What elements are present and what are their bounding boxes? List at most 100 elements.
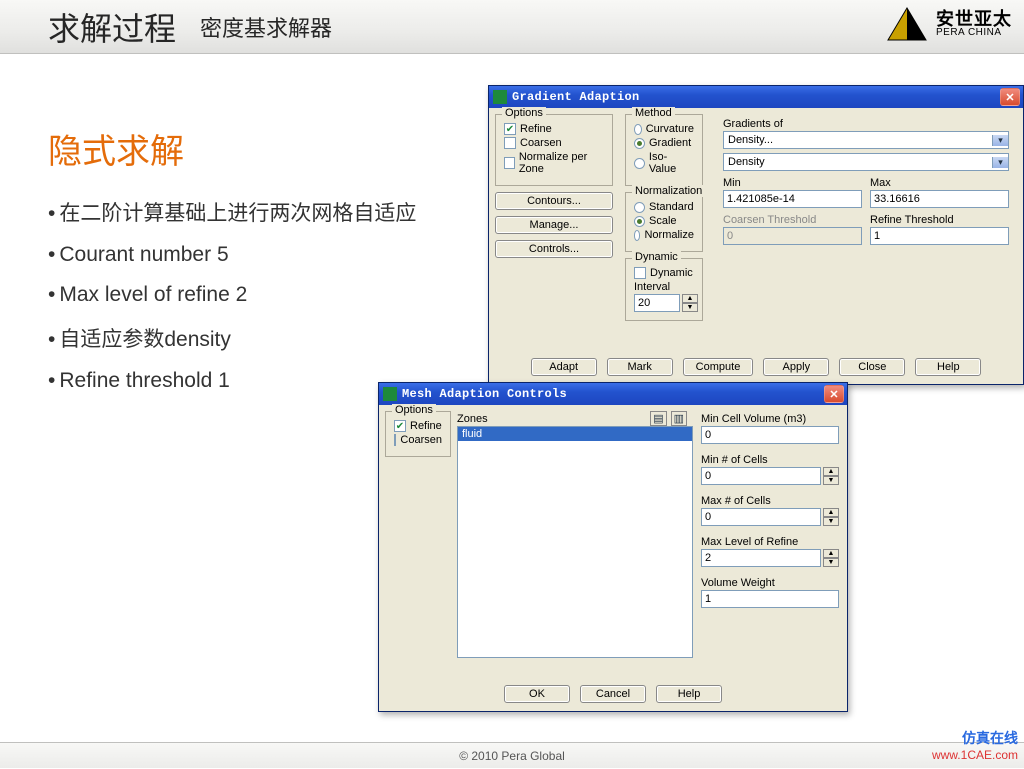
brand-name-en: PERA CHINA <box>936 28 1012 38</box>
coarsen-checkbox[interactable]: Coarsen <box>504 137 604 149</box>
gradients-of-combo-2[interactable]: Density▾ <box>723 153 1009 171</box>
refine-checkbox[interactable]: ✔Refine <box>504 123 604 135</box>
brand-logo: 安世亚太 PERA CHINA <box>886 6 1012 42</box>
max-label: Max <box>870 177 1009 189</box>
volume-weight-input[interactable] <box>701 590 839 608</box>
normalize-per-zone-checkbox[interactable]: Normalize per Zone <box>504 151 604 175</box>
min-input[interactable] <box>723 190 862 208</box>
zones-label: Zones <box>457 413 488 425</box>
normalization-group: Normalization Standard Scale Normalize <box>625 192 703 252</box>
apply-button[interactable]: Apply <box>763 358 829 376</box>
watermark: 仿真在线 www.1CAE.com <box>932 728 1018 762</box>
dialog-mesh-adaption-controls: Mesh Adaption Controls ✕ Options ✔Refine… <box>378 382 848 712</box>
max-cells-label: Max # of Cells <box>701 495 839 507</box>
zones-listbox[interactable]: fluid <box>457 426 693 658</box>
list-item[interactable]: fluid <box>458 427 692 441</box>
iso-value-radio[interactable]: Iso-Value <box>634 151 694 175</box>
gradient-radio[interactable]: Gradient <box>634 137 694 149</box>
spinner-up-icon[interactable]: ▲ <box>823 467 839 476</box>
cancel-button[interactable]: Cancel <box>580 685 646 703</box>
checkbox-label: Normalize per Zone <box>519 151 604 175</box>
max-level-refine-input[interactable] <box>701 549 821 567</box>
dynamic-checkbox[interactable]: Dynamic <box>634 267 694 279</box>
help-button[interactable]: Help <box>915 358 981 376</box>
gradients-of-combo-1[interactable]: Density...▾ <box>723 131 1009 149</box>
compute-button[interactable]: Compute <box>683 358 754 376</box>
options-group: Options ✔Refine Coarsen <box>385 411 451 457</box>
spinner-down-icon[interactable]: ▼ <box>823 476 839 485</box>
checkbox-label: Coarsen <box>520 137 562 149</box>
manage-button[interactable]: Manage... <box>495 216 613 234</box>
watermark-line-2: www.1CAE.com <box>932 748 1018 762</box>
app-icon <box>383 387 397 401</box>
min-cells-label: Min # of Cells <box>701 454 839 466</box>
help-button[interactable]: Help <box>656 685 722 703</box>
min-cell-volume-input[interactable] <box>701 426 839 444</box>
spinner-up-icon[interactable]: ▲ <box>823 508 839 517</box>
radio-label: Curvature <box>646 123 694 135</box>
mark-button[interactable]: Mark <box>607 358 673 376</box>
checkbox-label: Refine <box>520 123 552 135</box>
max-level-refine-label: Max Level of Refine <box>701 536 839 548</box>
dynamic-group: Dynamic Dynamic Interval ▲▼ <box>625 258 703 321</box>
spinner-down-icon[interactable]: ▼ <box>823 558 839 567</box>
min-label: Min <box>723 177 862 189</box>
footer: © 2010 Pera Global <box>0 742 1024 768</box>
app-icon <box>493 90 507 104</box>
close-icon[interactable]: ✕ <box>824 385 844 403</box>
method-group: Method Curvature Gradient Iso-Value <box>625 114 703 186</box>
group-label: Options <box>502 107 546 119</box>
volume-weight-label: Volume Weight <box>701 577 839 589</box>
page-title: 求解过程 <box>48 4 176 50</box>
checkbox-label: Refine <box>410 420 442 432</box>
coarsen-threshold-label: Coarsen Threshold <box>723 214 862 226</box>
radio-label: Iso-Value <box>649 151 694 175</box>
max-input[interactable] <box>870 190 1009 208</box>
select-all-icon[interactable]: ▤ <box>650 411 666 426</box>
spinner-down-icon[interactable]: ▼ <box>823 517 839 526</box>
spinner-down-icon[interactable]: ▼ <box>682 303 698 312</box>
deselect-all-icon[interactable]: ▥ <box>671 411 687 426</box>
combo-value: Density <box>724 156 992 168</box>
normalize-radio[interactable]: Normalize <box>634 229 694 241</box>
controls-button[interactable]: Controls... <box>495 240 613 258</box>
scale-radio[interactable]: Scale <box>634 215 694 227</box>
standard-radio[interactable]: Standard <box>634 201 694 213</box>
checkbox-label: Coarsen <box>400 434 442 446</box>
refine-checkbox[interactable]: ✔Refine <box>394 420 442 432</box>
chevron-down-icon[interactable]: ▾ <box>992 157 1008 168</box>
interval-input[interactable] <box>634 294 680 312</box>
dialog-title: Mesh Adaption Controls <box>402 387 822 401</box>
min-cell-volume-label: Min Cell Volume (m3) <box>701 413 839 425</box>
slide-header: 求解过程 密度基求解器 安世亚太 PERA CHINA <box>0 0 1024 54</box>
titlebar[interactable]: Gradient Adaption ✕ <box>489 86 1023 108</box>
contours-button[interactable]: Contours... <box>495 192 613 210</box>
group-label: Options <box>392 404 436 416</box>
brand-name-cn: 安世亚太 <box>936 10 1012 28</box>
options-group: Options ✔Refine Coarsen Normalize per Zo… <box>495 114 613 186</box>
close-button[interactable]: Close <box>839 358 905 376</box>
titlebar[interactable]: Mesh Adaption Controls ✕ <box>379 383 847 405</box>
radio-label: Normalize <box>644 229 694 241</box>
group-label: Normalization <box>632 185 705 197</box>
ok-button[interactable]: OK <box>504 685 570 703</box>
min-cells-input[interactable] <box>701 467 821 485</box>
curvature-radio[interactable]: Curvature <box>634 123 694 135</box>
refine-threshold-input[interactable] <box>870 227 1009 245</box>
spinner-up-icon[interactable]: ▲ <box>823 549 839 558</box>
spinner-up-icon[interactable]: ▲ <box>682 294 698 303</box>
dialog-gradient-adaption: Gradient Adaption ✕ Options ✔Refine Coar… <box>488 85 1024 385</box>
chevron-down-icon[interactable]: ▾ <box>992 135 1008 146</box>
group-label: Method <box>632 107 675 119</box>
group-label: Dynamic <box>632 251 681 263</box>
gradients-of-group: Gradients of Density...▾ Density▾ Min Ma… <box>715 114 1017 253</box>
radio-label: Scale <box>649 215 677 227</box>
combo-value: Density... <box>724 134 992 146</box>
adapt-button[interactable]: Adapt <box>531 358 597 376</box>
coarsen-checkbox[interactable]: Coarsen <box>394 434 442 446</box>
close-icon[interactable]: ✕ <box>1000 88 1020 106</box>
refine-threshold-label: Refine Threshold <box>870 214 1009 226</box>
dialog-title: Gradient Adaption <box>512 90 998 104</box>
max-cells-input[interactable] <box>701 508 821 526</box>
checkbox-label: Dynamic <box>650 267 693 279</box>
